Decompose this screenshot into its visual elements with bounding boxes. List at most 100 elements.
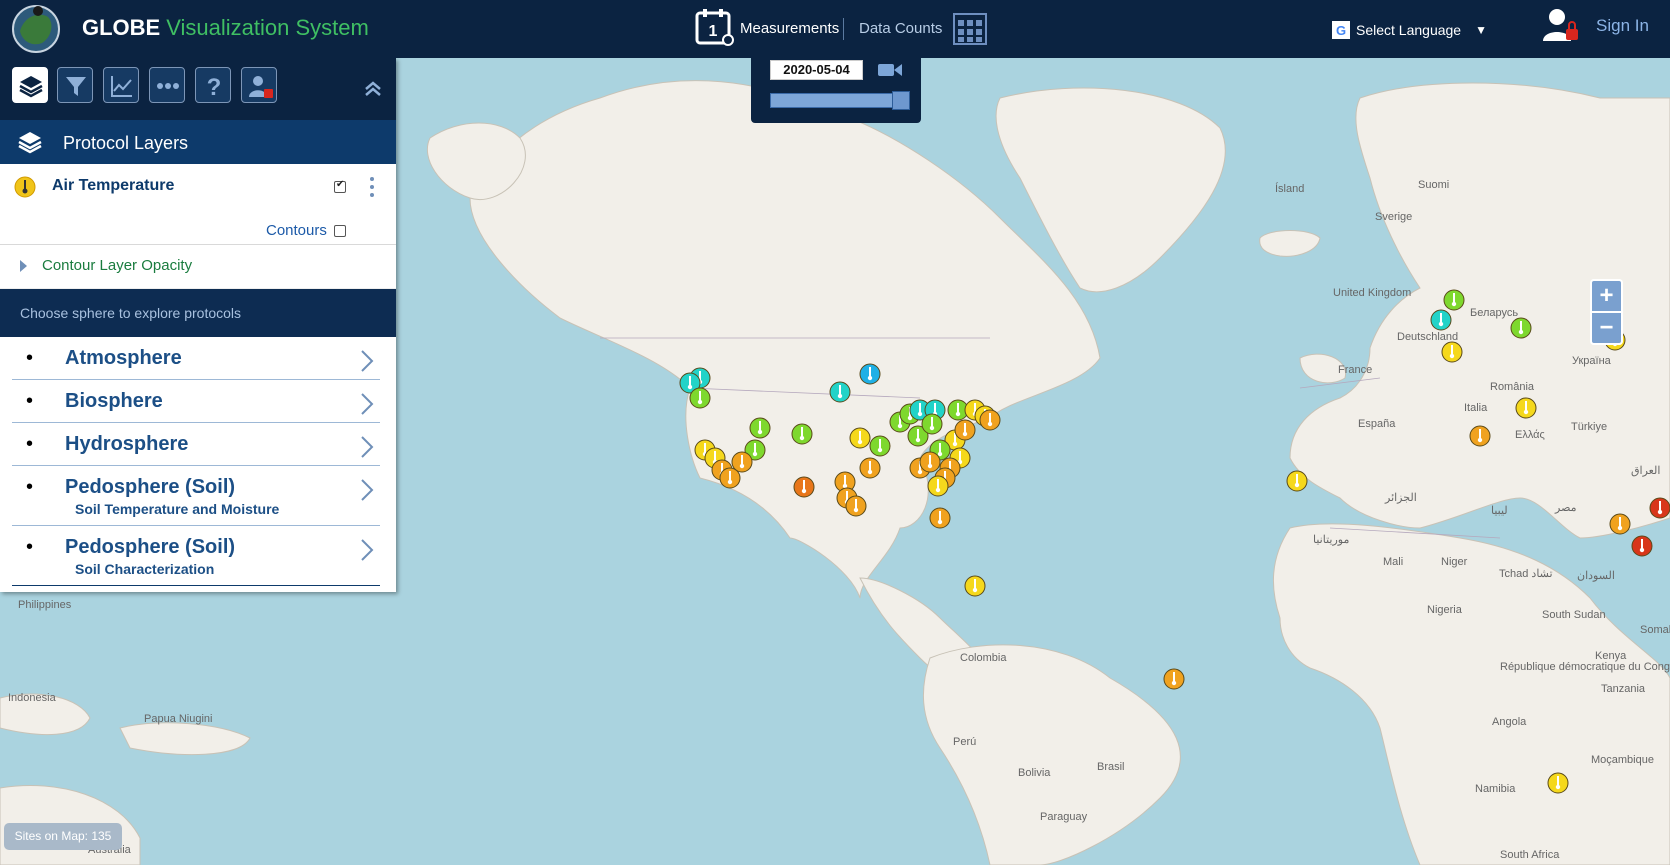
map-label: مصر <box>1554 502 1577 514</box>
map-label: Tanzania <box>1601 683 1646 695</box>
site-marker[interactable] <box>791 423 813 445</box>
top-bar: GLOBE Visualization System 1 Measurements… <box>0 0 1670 58</box>
map-label: Deutschland <box>1397 331 1458 343</box>
video-camera-icon[interactable] <box>877 61 903 79</box>
layer-name: Air Temperature <box>52 177 175 194</box>
map-label: Türkiye <box>1571 421 1607 433</box>
map-label: South Sudan <box>1542 609 1606 621</box>
site-marker[interactable] <box>1515 397 1537 419</box>
site-marker[interactable] <box>1510 317 1532 339</box>
calendar-day: 1 <box>709 23 718 40</box>
map-label: Somalia <box>1640 624 1670 636</box>
site-marker[interactable] <box>829 381 851 403</box>
site-marker[interactable] <box>845 495 867 517</box>
help-button[interactable]: ? <box>195 67 231 103</box>
map-label: Angola <box>1492 716 1527 728</box>
map-label: Italia <box>1464 402 1488 414</box>
more-button[interactable] <box>149 67 185 103</box>
language-selector[interactable]: G Select Language ▼ <box>1332 19 1487 41</box>
line-chart-icon <box>111 76 132 97</box>
side-panel: ? Protocol Layers Air Temperature ✔ Cont… <box>0 58 396 592</box>
site-marker[interactable] <box>859 363 881 385</box>
filter-button[interactable] <box>57 67 93 103</box>
data-counts-link[interactable]: Data Counts <box>859 20 942 37</box>
choose-sphere-label: Choose sphere to explore protocols <box>0 289 396 337</box>
site-marker[interactable] <box>954 419 976 441</box>
site-marker[interactable] <box>921 413 943 435</box>
map-label: Bolivia <box>1018 767 1051 779</box>
site-marker[interactable] <box>1609 513 1631 535</box>
site-marker[interactable] <box>1443 289 1465 311</box>
site-marker[interactable] <box>1430 309 1452 331</box>
chevron-right-icon <box>361 479 374 501</box>
contours-checkbox[interactable] <box>334 225 346 237</box>
site-marker[interactable] <box>1631 535 1653 557</box>
sign-in-link[interactable]: Sign In <box>1596 16 1649 36</box>
user-admin-button[interactable] <box>241 67 277 103</box>
dropdown-arrow-icon: ▼ <box>1475 23 1487 37</box>
map-label: Tchad تشاد <box>1499 568 1553 580</box>
site-marker[interactable] <box>719 467 741 489</box>
layers-button[interactable] <box>12 67 48 103</box>
bullet: • <box>26 347 34 369</box>
map-label: Ελλάς <box>1515 429 1545 441</box>
sphere-item-pedosphere-soil-char[interactable]: • Pedosphere (Soil) Soil Characterizatio… <box>12 526 380 586</box>
sphere-name: Pedosphere (Soil) <box>65 536 236 558</box>
date-field[interactable]: 2020-05-04 <box>770 60 863 80</box>
site-marker[interactable] <box>979 409 1001 431</box>
site-marker[interactable] <box>929 507 951 529</box>
zoom-out-button[interactable]: − <box>1590 312 1623 345</box>
sphere-item-hydrosphere[interactable]: • Hydrosphere <box>12 423 380 466</box>
sphere-item-atmosphere[interactable]: • Atmosphere <box>12 337 380 380</box>
layer-visibility-checkbox[interactable] <box>334 179 346 193</box>
collapse-icon[interactable] <box>362 78 384 100</box>
layer-options-icon[interactable] <box>368 176 376 198</box>
user-locked-icon[interactable] <box>1540 5 1582 47</box>
site-marker[interactable] <box>1469 425 1491 447</box>
site-marker[interactable] <box>749 417 771 439</box>
bullet: • <box>26 390 34 412</box>
time-slider[interactable] <box>770 93 907 108</box>
protocol-layers-header: Protocol Layers <box>0 120 396 164</box>
site-marker[interactable] <box>689 387 711 409</box>
globe-logo-icon[interactable] <box>8 3 64 53</box>
map-label: South Africa <box>1500 849 1560 861</box>
chevron-right-icon <box>361 350 374 372</box>
sphere-item-biosphere[interactable]: • Biosphere <box>12 380 380 423</box>
site-marker[interactable] <box>1286 470 1308 492</box>
site-marker[interactable] <box>849 427 871 449</box>
bullet: • <box>26 433 34 455</box>
site-marker[interactable] <box>1547 772 1569 794</box>
measurements-link[interactable]: Measurements <box>740 20 839 37</box>
time-slider-handle[interactable] <box>892 91 910 110</box>
map-label: Perú <box>953 736 976 748</box>
site-marker[interactable] <box>1163 668 1185 690</box>
map-label: Україна <box>1572 355 1612 367</box>
bullet: • <box>26 476 34 498</box>
map-label: Philippines <box>18 599 72 611</box>
site-marker[interactable] <box>964 575 986 597</box>
sphere-item-pedosphere-soil-temp[interactable]: • Pedosphere (Soil) Soil Temperature and… <box>12 466 380 526</box>
site-marker[interactable] <box>859 457 881 479</box>
help-icon: ? <box>207 74 222 99</box>
chart-button[interactable] <box>103 67 139 103</box>
site-marker[interactable] <box>869 435 891 457</box>
site-marker[interactable] <box>927 475 949 497</box>
site-marker[interactable] <box>1649 497 1670 519</box>
contour-opacity-label: Contour Layer Opacity <box>42 257 193 274</box>
site-marker[interactable] <box>1441 341 1463 363</box>
svg-text:?: ? <box>207 74 222 99</box>
calendar-icon[interactable]: 1 <box>695 8 735 46</box>
map-label: Paraguay <box>1040 811 1088 823</box>
map-label: الجزائر <box>1384 492 1417 504</box>
layer-row-air-temperature: Air Temperature Contours <box>0 164 396 245</box>
contour-opacity-toggle[interactable]: Contour Layer Opacity <box>0 245 396 289</box>
sites-count-badge: Sites on Map: 135 <box>4 823 122 850</box>
site-marker[interactable] <box>919 451 941 473</box>
site-marker[interactable] <box>793 476 815 498</box>
panel-title: Protocol Layers <box>63 133 189 153</box>
map-label: ليبيا <box>1491 505 1508 517</box>
data-counts-calendar-icon[interactable] <box>952 10 990 46</box>
zoom-in-button[interactable]: + <box>1590 279 1623 312</box>
map-label: France <box>1338 364 1372 376</box>
